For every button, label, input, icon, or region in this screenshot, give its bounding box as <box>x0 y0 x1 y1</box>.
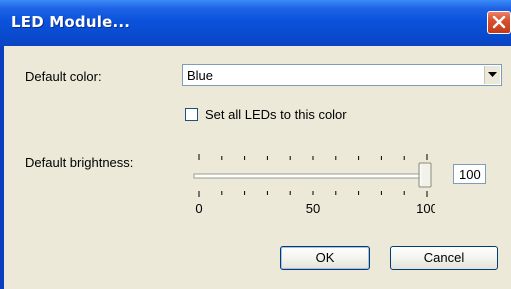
slider-ticks-top <box>198 154 428 160</box>
default-color-value: Blue <box>187 68 214 83</box>
slider-tick-label-0: 0 <box>195 201 202 216</box>
slider-tick-label-100: 100 <box>416 201 435 216</box>
default-color-select[interactable]: Blue <box>182 64 502 86</box>
brightness-slider-graphic: 0 50 100 <box>193 154 435 216</box>
slider-track <box>193 173 427 179</box>
default-color-label: Default color: <box>25 69 102 84</box>
close-icon <box>492 16 506 29</box>
dialog-client-area: Default color: Blue Set all LEDs to this… <box>4 46 511 289</box>
brightness-value-box[interactable]: 100 <box>453 164 486 184</box>
window-title: LED Module... <box>11 13 131 31</box>
cancel-button[interactable]: Cancel <box>390 246 498 270</box>
dropdown-arrow-button[interactable] <box>484 66 500 84</box>
slider-thumb[interactable] <box>418 162 432 188</box>
set-all-leds-checkbox[interactable] <box>185 108 198 121</box>
dialog-window: LED Module... Default color: Blue Set al… <box>0 0 511 289</box>
slider-tick-label-50: 50 <box>306 201 320 216</box>
close-button[interactable] <box>487 11 511 34</box>
chevron-down-icon <box>488 72 497 77</box>
slider-ticks-bottom <box>198 191 428 197</box>
title-bar[interactable]: LED Module... <box>0 0 511 46</box>
brightness-value: 100 <box>459 167 481 182</box>
set-all-leds-label[interactable]: Set all LEDs to this color <box>205 107 347 122</box>
default-brightness-label: Default brightness: <box>25 155 134 170</box>
brightness-slider[interactable]: 0 50 100 <box>190 146 435 216</box>
ok-button[interactable]: OK <box>280 246 370 270</box>
